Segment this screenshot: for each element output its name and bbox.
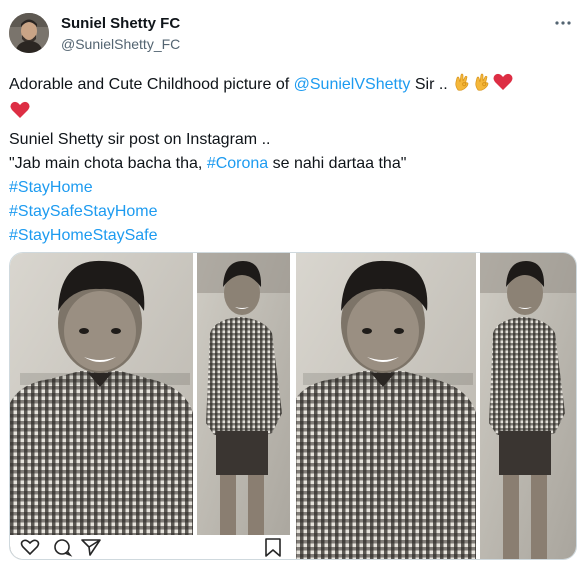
tweet-line-heart xyxy=(9,100,569,128)
tweet-line-3-before: "Jab main chota bacha tha, xyxy=(9,155,207,172)
hashtag-corona[interactable]: #Corona xyxy=(207,155,268,172)
instagram-action-bar xyxy=(10,535,291,559)
ok-hand-emoji xyxy=(452,72,472,100)
heart-outline-icon xyxy=(20,539,40,556)
ok-hand-emoji xyxy=(472,72,492,100)
red-heart-emoji xyxy=(492,72,514,100)
tweet-media[interactable] xyxy=(9,252,577,560)
mention-link[interactable]: @SunielVShetty xyxy=(294,76,411,93)
hashtag-staysafestayhome[interactable]: #StaySafeStayHome xyxy=(9,200,569,224)
send-icon xyxy=(81,539,101,556)
red-heart-emoji xyxy=(9,100,31,128)
tweet-header: Suniel Shetty FC @SunielShetty_FC xyxy=(9,9,577,59)
hashtag-stayhomestaysafe[interactable]: #StayHomeStaySafe xyxy=(9,224,569,248)
tweet-line-2: Suniel Shetty sir post on Instagram .. xyxy=(9,131,271,148)
childhood-photo[interactable] xyxy=(10,253,576,559)
display-name[interactable]: Suniel Shetty FC xyxy=(61,15,180,32)
more-horizontal-icon[interactable] xyxy=(551,13,575,33)
tweet-line-3-after: se nahi dartaa tha" xyxy=(268,155,407,172)
user-handle[interactable]: @SunielShetty_FC xyxy=(61,36,180,52)
tweet-line-3: "Jab main chota bacha tha, #Corona se na… xyxy=(9,152,569,176)
tweet-line-1-text: Adorable and Cute Childhood picture of xyxy=(9,76,294,93)
comment-icon xyxy=(54,539,73,557)
tweet-text: Adorable and Cute Childhood picture of @… xyxy=(9,72,569,248)
hashtag-stayhome[interactable]: #StayHome xyxy=(9,176,569,200)
tweet-line-1: Adorable and Cute Childhood picture of @… xyxy=(9,72,569,100)
bookmark-icon xyxy=(265,538,281,557)
avatar[interactable] xyxy=(9,13,49,53)
tweet-line-1-after: Sir .. xyxy=(410,76,453,93)
